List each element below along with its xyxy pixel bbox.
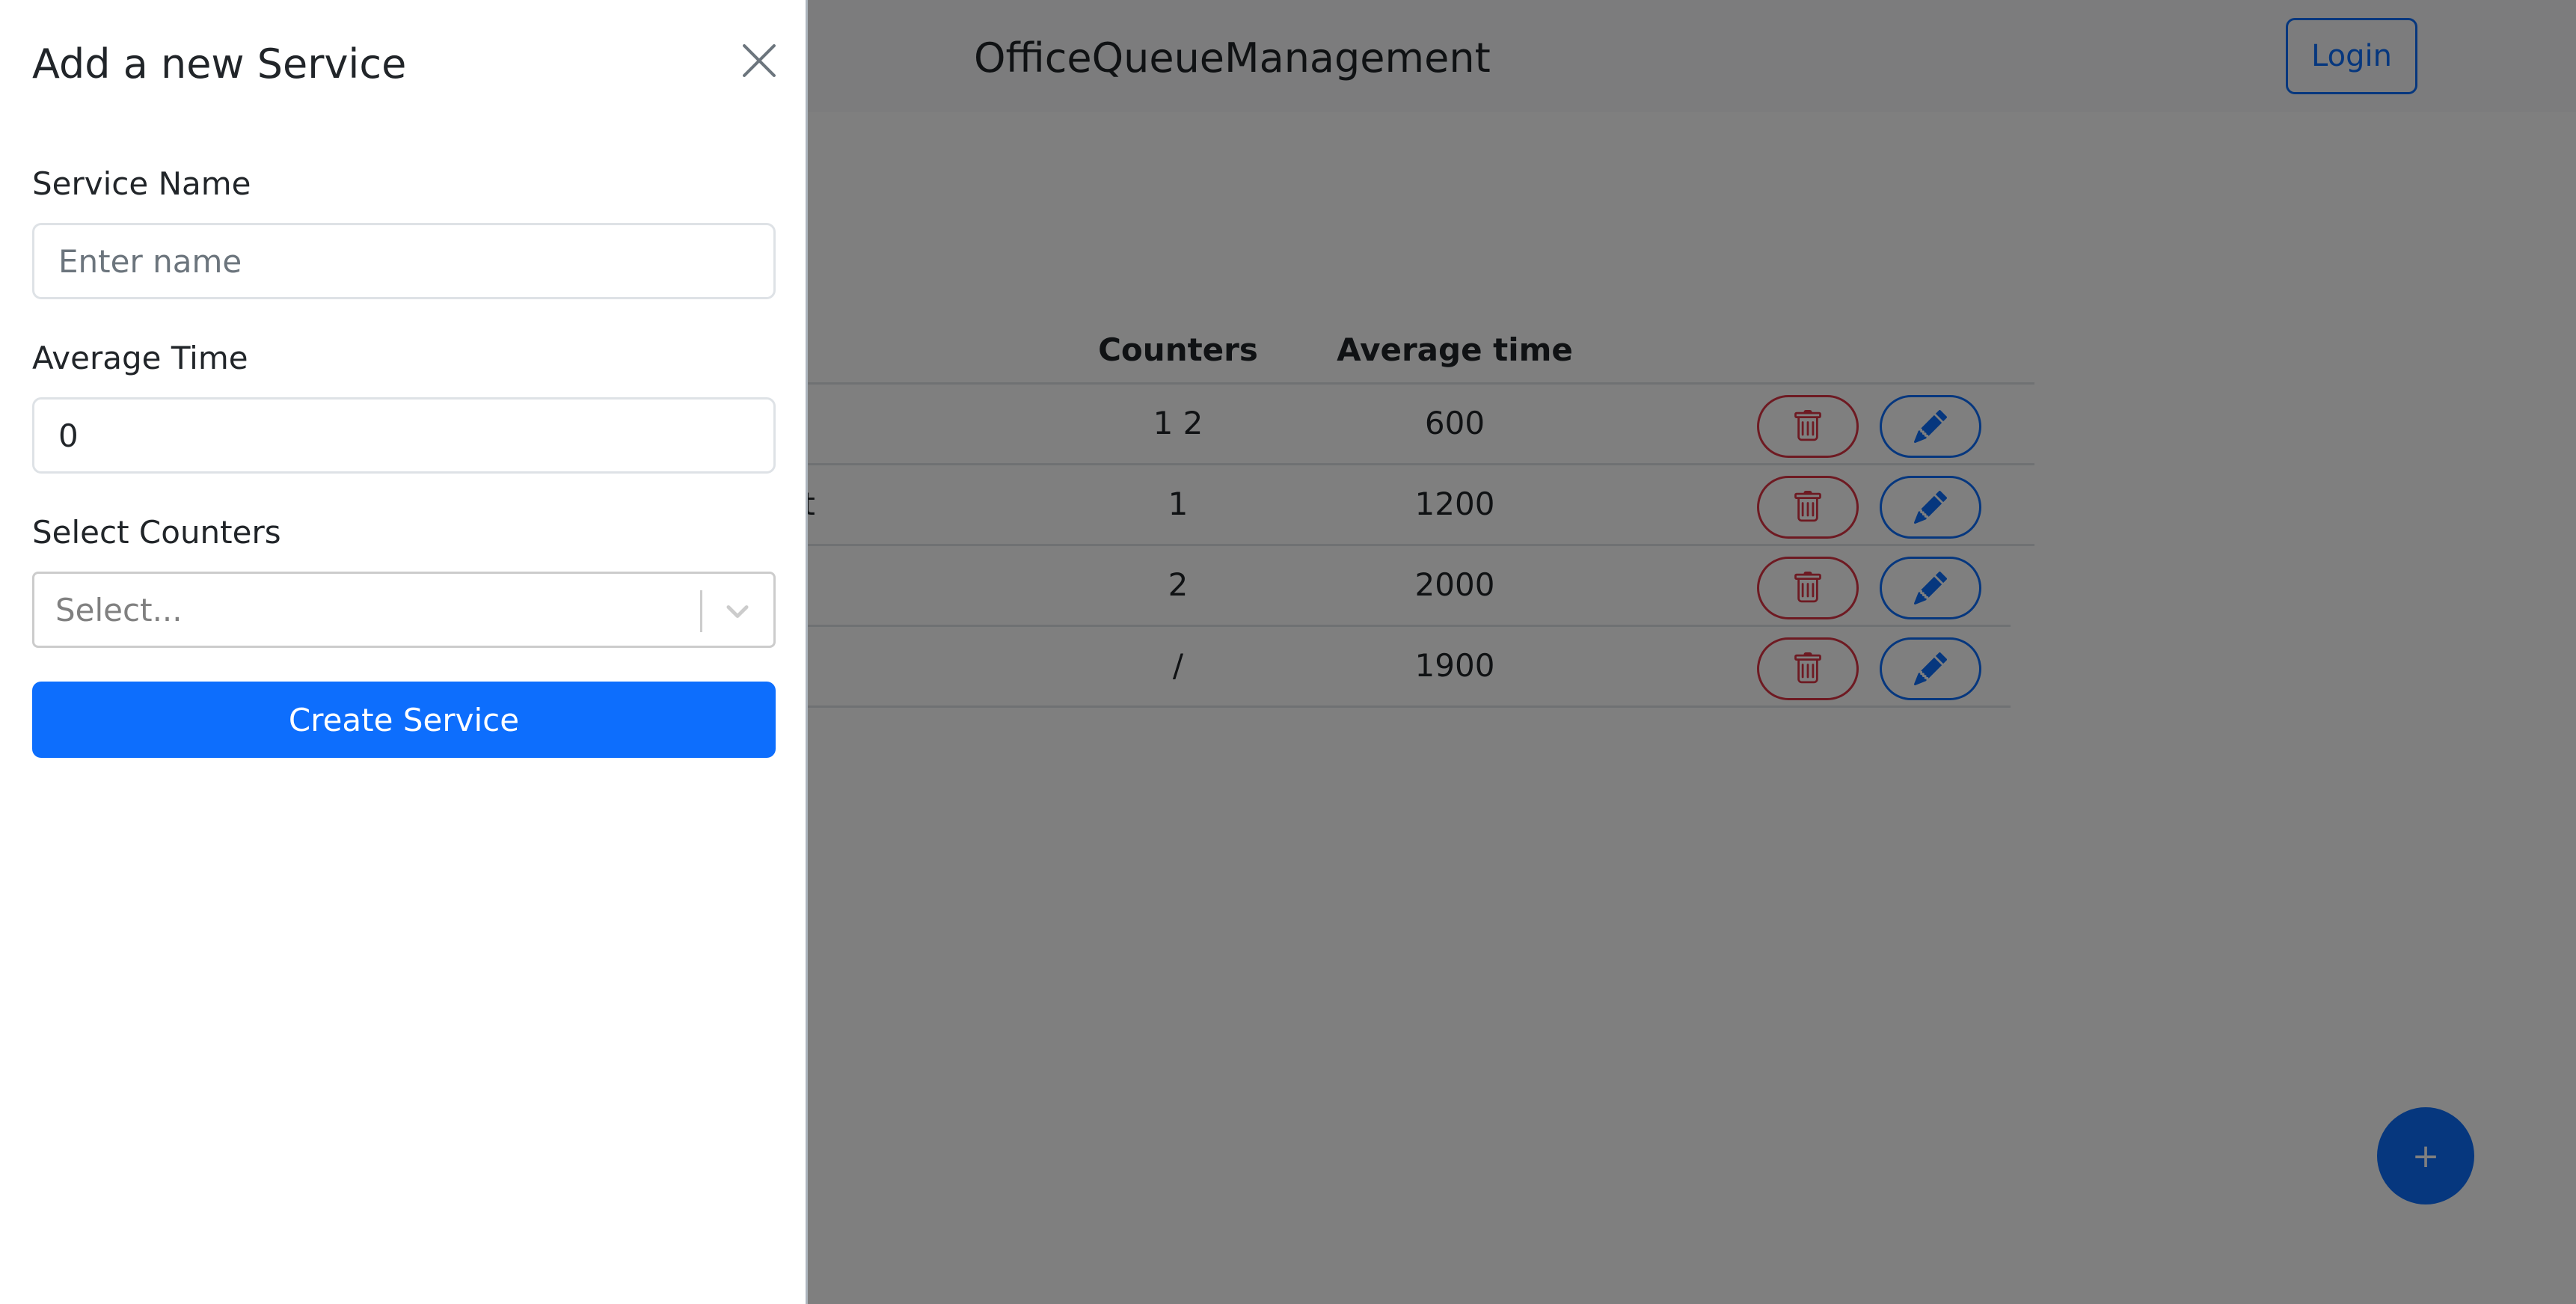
add-service-panel: Add a new Service Service Name Average T…	[0, 0, 808, 1304]
service-name-label: Service Name	[32, 165, 251, 202]
average-time-label: Average Time	[32, 340, 248, 376]
select-placeholder: Select...	[55, 592, 183, 628]
counters-select[interactable]: Select...	[32, 572, 776, 648]
average-time-input[interactable]	[32, 397, 776, 474]
chevron-down-icon[interactable]	[721, 595, 754, 628]
create-service-button[interactable]: Create Service	[32, 682, 776, 758]
close-icon	[743, 44, 776, 77]
select-counters-label: Select Counters	[32, 514, 281, 551]
select-indicator-separator	[700, 590, 702, 632]
service-name-input[interactable]	[32, 223, 776, 299]
close-button[interactable]	[737, 39, 781, 82]
panel-title: Add a new Service	[32, 40, 407, 88]
